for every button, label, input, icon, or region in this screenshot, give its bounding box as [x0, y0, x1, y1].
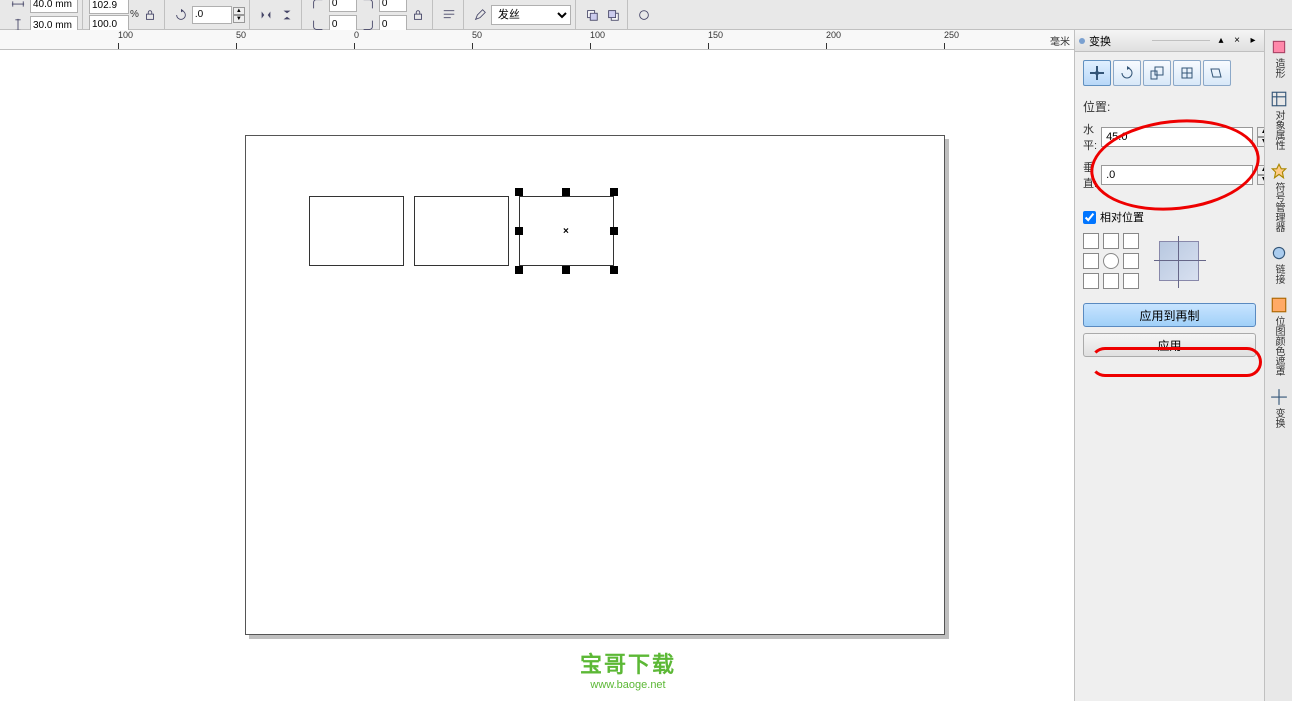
- to-back-icon[interactable]: [603, 5, 623, 25]
- selection-handle[interactable]: [562, 188, 570, 196]
- rotate-icon[interactable]: [171, 5, 191, 25]
- apply-duplicate-button[interactable]: 应用到再制: [1083, 303, 1256, 327]
- bitmap-mask-icon: [1270, 296, 1288, 314]
- tab-skew[interactable]: [1203, 60, 1231, 86]
- tab-position[interactable]: [1083, 60, 1111, 86]
- ruler-unit: 毫米: [1050, 33, 1070, 48]
- position-section-label: 位置:: [1083, 98, 1256, 115]
- ruler-horizontal: 100 50 0 50 100 150 200 250 毫米: [0, 30, 1074, 50]
- selection-handle[interactable]: [515, 266, 523, 274]
- selection-handle[interactable]: [515, 227, 523, 235]
- corner-tl-input[interactable]: [329, 0, 357, 12]
- panel-collapse-icon[interactable]: ▴: [1214, 34, 1228, 48]
- canvas[interactable]: ×: [0, 50, 1074, 701]
- percent-label: %: [130, 9, 139, 20]
- relative-label: 相对位置: [1100, 209, 1144, 225]
- side-tab-symbol-manager[interactable]: 符号管理器: [1268, 160, 1290, 234]
- object-props-icon: [1270, 90, 1288, 108]
- panel-title: 变换: [1089, 33, 1148, 49]
- side-tab-object-props[interactable]: 对象属性: [1268, 88, 1290, 152]
- tab-scale[interactable]: [1143, 60, 1171, 86]
- side-tab-shaping[interactable]: 造形: [1268, 36, 1290, 80]
- panel-menu-icon[interactable]: ▸: [1246, 34, 1260, 48]
- corner-tr-input[interactable]: [379, 0, 407, 12]
- rotation-spinner[interactable]: ▲▼: [233, 7, 245, 23]
- selection-handle[interactable]: [610, 266, 618, 274]
- side-tabs: 造形 对象属性 符号管理器 链接 位图颜色遮罩 变换: [1264, 30, 1292, 701]
- transform-panel: 变换 ▴ × ▸ 位置: 水平: ▲▼ mm 垂直: ▲▼ mm: [1074, 30, 1264, 701]
- width-icon: [8, 0, 28, 14]
- corner-tr-icon: [358, 0, 378, 14]
- side-tab-link[interactable]: 链接: [1268, 242, 1290, 286]
- selection-handle[interactable]: [610, 227, 618, 235]
- property-toolbar: % ▲▼: [0, 0, 1292, 30]
- tab-rotate[interactable]: [1113, 60, 1141, 86]
- relative-checkbox[interactable]: [1083, 211, 1096, 224]
- mirror-v-icon[interactable]: [277, 5, 297, 25]
- tab-size[interactable]: [1173, 60, 1201, 86]
- rectangle-1[interactable]: [309, 196, 404, 266]
- text-wrap-icon[interactable]: [439, 5, 459, 25]
- watermark: 宝哥下载 www.baoge.net: [580, 647, 676, 691]
- convert-curves-icon[interactable]: [634, 5, 654, 25]
- width-input[interactable]: [30, 0, 78, 13]
- side-tab-transform[interactable]: 变换: [1268, 386, 1290, 430]
- side-tab-bitmap-mask[interactable]: 位图颜色遮罩: [1268, 294, 1290, 378]
- anchor-preview: [1159, 241, 1199, 281]
- mirror-h-icon[interactable]: [256, 5, 276, 25]
- vertical-label: 垂直:: [1083, 159, 1097, 191]
- apply-button[interactable]: 应用: [1083, 333, 1256, 357]
- selection-handle[interactable]: [515, 188, 523, 196]
- selection-handle[interactable]: [610, 188, 618, 196]
- panel-close-icon[interactable]: ×: [1230, 34, 1244, 48]
- corner-lock-icon[interactable]: [408, 5, 428, 25]
- vertical-input[interactable]: [1101, 165, 1253, 185]
- lock-ratio-icon[interactable]: [140, 5, 160, 25]
- rotation-input[interactable]: [192, 6, 232, 24]
- corner-tl-icon: [308, 0, 328, 14]
- outline-pen-icon[interactable]: [470, 5, 490, 25]
- horizontal-input[interactable]: [1101, 127, 1253, 147]
- page: ×: [245, 135, 945, 635]
- anchor-grid[interactable]: [1083, 233, 1139, 289]
- link-icon: [1270, 244, 1288, 262]
- outline-width-select[interactable]: 发丝: [491, 5, 571, 25]
- symbol-icon: [1270, 162, 1288, 180]
- shaping-icon: [1270, 38, 1288, 56]
- selection-center-icon: ×: [563, 226, 569, 237]
- selection-handle[interactable]: [562, 266, 570, 274]
- horizontal-label: 水平:: [1083, 121, 1097, 153]
- scale-x-input[interactable]: [89, 0, 129, 14]
- rectangle-2[interactable]: [414, 196, 509, 266]
- to-front-icon[interactable]: [582, 5, 602, 25]
- transform-icon: [1270, 388, 1288, 406]
